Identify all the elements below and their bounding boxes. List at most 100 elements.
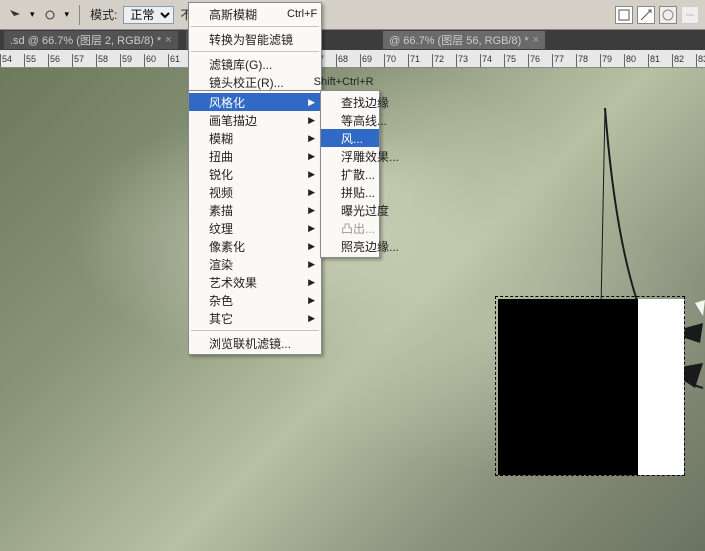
- stylize-item[interactable]: 曝光过度: [321, 201, 379, 219]
- close-icon[interactable]: ×: [533, 34, 539, 46]
- submenu-arrow-icon: ▶: [308, 169, 315, 180]
- ruler-tick: 76: [528, 54, 552, 67]
- submenu-arrow-icon: ▶: [308, 313, 315, 324]
- menu-item-label: 浏览联机滤镜...: [209, 335, 291, 352]
- stylize-item[interactable]: 查找边缘: [321, 93, 379, 111]
- ruler-tick: 72: [432, 54, 456, 67]
- filter-menu-item[interactable]: 滤镜库(G)...: [189, 55, 321, 73]
- stylize-item[interactable]: 拼贴...: [321, 183, 379, 201]
- menu-item-label: 渲染: [209, 256, 233, 273]
- submenu-arrow-icon: ▶: [308, 259, 315, 270]
- tool-icon[interactable]: [615, 6, 633, 24]
- palette-icon[interactable]: [659, 6, 677, 24]
- menu-item-label: 转换为智能滤镜: [209, 31, 293, 48]
- menu-item-label: 风...: [341, 130, 363, 147]
- menu-item-label: 照亮边缘...: [341, 238, 399, 255]
- tool-icon[interactable]: [681, 6, 699, 24]
- menu-item-label: 锐化: [209, 166, 233, 183]
- filter-menu-categories[interactable]: 风格化▶画笔描边▶模糊▶扭曲▶锐化▶视频▶素描▶纹理▶像素化▶渲染▶艺术效果▶杂…: [188, 90, 322, 355]
- selection-fill: [498, 299, 638, 475]
- mode-label: 模式:: [90, 6, 117, 23]
- filter-category-item[interactable]: 模糊▶: [189, 129, 321, 147]
- menu-item-label: 浮雕效果...: [341, 148, 399, 165]
- options-bar: ▾ ▾ 模式: 正常 不: [0, 0, 705, 30]
- menu-item-label: 镜头校正(R)...: [209, 74, 284, 91]
- filter-menu-item[interactable]: 镜头校正(R)...Shift+Ctrl+R: [189, 73, 321, 91]
- menu-item-label: 扩散...: [341, 166, 375, 183]
- filter-category-item[interactable]: 扭曲 ▶: [189, 147, 321, 165]
- menu-item-label: 其它: [209, 310, 233, 327]
- document-tabs: .sd @ 66.7% (图层 2, RGB/8) * × 未标题-3 @ × …: [0, 30, 705, 50]
- ruler-tick: 69: [360, 54, 384, 67]
- ruler-tick: 79: [600, 54, 624, 67]
- filter-category-item[interactable]: 视频 ▶: [189, 183, 321, 201]
- submenu-arrow-icon: ▶: [308, 223, 315, 234]
- ruler-tick: 74: [480, 54, 504, 67]
- menu-shortcut: Shift+Ctrl+R: [284, 76, 374, 88]
- menu-item-label: 凸出...: [341, 220, 375, 237]
- submenu-arrow-icon: ▶: [308, 115, 315, 126]
- menu-item-label: 视频: [209, 184, 233, 201]
- stylize-item[interactable]: 风...: [321, 129, 379, 147]
- filter-category-item[interactable]: 素描 ▶: [189, 201, 321, 219]
- ruler-tick: 78: [576, 54, 600, 67]
- tool-icon[interactable]: [637, 6, 655, 24]
- menu-separator: [191, 330, 319, 331]
- stylize-item[interactable]: 照亮边缘...: [321, 237, 379, 255]
- filter-submenu-stylize[interactable]: 查找边缘等高线...风...浮雕效果...扩散...拼贴...曝光过度凸出...…: [320, 90, 380, 258]
- marquee-selection[interactable]: [495, 296, 685, 476]
- menu-separator: [191, 51, 319, 52]
- dropdown-arrow-icon[interactable]: ▾: [65, 9, 70, 20]
- filter-category-item[interactable]: 渲染 ▶: [189, 255, 321, 273]
- ruler-tick: 57: [72, 54, 96, 67]
- menu-item-label: 滤镜库(G)...: [209, 56, 272, 73]
- filter-category-item[interactable]: 锐化 ▶: [189, 165, 321, 183]
- filter-category-item[interactable]: 纹理▶: [189, 219, 321, 237]
- menu-item-label: 素描: [209, 202, 233, 219]
- ruler-tick: 60: [144, 54, 168, 67]
- ruler-tick: 68: [336, 54, 360, 67]
- submenu-arrow-icon: ▶: [308, 187, 315, 198]
- close-icon[interactable]: ×: [165, 34, 171, 46]
- tool-preset-icon[interactable]: [6, 6, 24, 24]
- ruler-tick: 58: [96, 54, 120, 67]
- filter-category-item[interactable]: 像素化 ▶: [189, 237, 321, 255]
- menu-item-label: 画笔描边: [209, 112, 257, 129]
- menu-item-label: 高斯模糊: [209, 6, 257, 23]
- stylize-item[interactable]: 等高线...: [321, 111, 379, 129]
- tab-document[interactable]: @ 66.7% (图层 56, RGB/8) * ×: [383, 31, 545, 49]
- stylize-item[interactable]: 浮雕效果...: [321, 147, 379, 165]
- tab-document[interactable]: .sd @ 66.7% (图层 2, RGB/8) * ×: [4, 31, 178, 49]
- menu-item-label: 艺术效果: [209, 274, 257, 291]
- ruler-tick: 75: [504, 54, 528, 67]
- filter-category-item[interactable]: 艺术效果▶: [189, 273, 321, 291]
- tab-label: .sd @ 66.7% (图层 2, RGB/8) *: [10, 32, 161, 48]
- ruler-tick: 70: [384, 54, 408, 67]
- selection-fill: [638, 299, 684, 475]
- submenu-arrow-icon: ▶: [308, 295, 315, 306]
- filter-category-item[interactable]: 杂色▶: [189, 291, 321, 309]
- mode-select[interactable]: 正常: [123, 6, 174, 24]
- filter-menu-item[interactable]: 高斯模糊Ctrl+F: [189, 5, 321, 23]
- ruler-tick: 59: [120, 54, 144, 67]
- submenu-arrow-icon: ▶: [308, 241, 315, 252]
- ruler-tick: 54: [0, 54, 24, 67]
- stylize-item[interactable]: 扩散...: [321, 165, 379, 183]
- submenu-arrow-icon: ▶: [308, 205, 315, 216]
- ruler-tick: 80: [624, 54, 648, 67]
- ruler-tick: 81: [648, 54, 672, 67]
- submenu-arrow-icon: ▶: [308, 151, 315, 162]
- brush-icon[interactable]: [41, 6, 59, 24]
- menu-shortcut: Ctrl+F: [257, 8, 317, 20]
- filter-category-item[interactable]: 其它 ▶: [189, 309, 321, 327]
- filter-category-item[interactable]: 风格化▶: [189, 93, 321, 111]
- submenu-arrow-icon: ▶: [308, 97, 315, 108]
- filter-menu-item[interactable]: 转换为智能滤镜: [189, 30, 321, 48]
- menu-item-label: 扭曲: [209, 148, 233, 165]
- filter-category-item[interactable]: 浏览联机滤镜...: [189, 334, 321, 352]
- menu-item-label: 像素化: [209, 238, 245, 255]
- menu-item-label: 模糊: [209, 130, 233, 147]
- ruler-tick: 56: [48, 54, 72, 67]
- dropdown-arrow-icon[interactable]: ▾: [30, 9, 35, 20]
- filter-category-item[interactable]: 画笔描边 ▶: [189, 111, 321, 129]
